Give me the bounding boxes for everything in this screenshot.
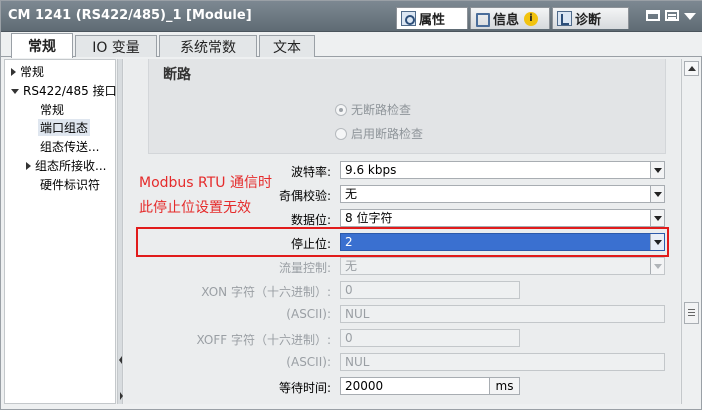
tab-general[interactable]: 常规 bbox=[11, 33, 73, 58]
pane-splitter[interactable] bbox=[117, 59, 123, 404]
dock-menu-icon[interactable] bbox=[665, 10, 679, 21]
window-title: CM 1241 (RS422/485)_1 [Module] bbox=[8, 8, 252, 23]
tab-system-constants[interactable]: 系统常数 bbox=[159, 35, 257, 57]
radio-selected-icon bbox=[335, 103, 347, 116]
navigation-tree: 常规 RS422/485 接口 常规 端口组态 组态传送... 组态所接收...… bbox=[4, 59, 117, 404]
tab-info-label: 信息 bbox=[493, 13, 520, 28]
wait-time-label: 等待时间: bbox=[278, 381, 331, 395]
xoff-hex-input: 0 bbox=[340, 329, 520, 347]
radio-unselected-icon bbox=[335, 127, 347, 140]
info-icon bbox=[475, 11, 490, 27]
properties-icon bbox=[401, 11, 416, 26]
data-bits-select[interactable]: 8 位字符 bbox=[340, 209, 665, 227]
tab-diagnostics-label: 诊断 bbox=[575, 13, 602, 28]
tree-item-general[interactable]: 常规 bbox=[11, 63, 44, 80]
xoff-hex-label: XOFF 字符（十六进制）: bbox=[196, 333, 331, 347]
wait-time-unit: ms bbox=[489, 378, 519, 394]
xon-ascii-label: (ASCII): bbox=[286, 307, 331, 321]
collapse-left-icon[interactable] bbox=[119, 356, 122, 364]
tab-properties[interactable]: 属性 bbox=[396, 7, 468, 29]
info-badge-icon: i bbox=[524, 11, 539, 26]
tree-item-receive-config[interactable]: 组态所接收... bbox=[26, 157, 106, 174]
vertical-scrollbar[interactable] bbox=[681, 59, 700, 404]
radio-no-break-check[interactable]: 无断路检查 bbox=[335, 101, 411, 118]
tree-item-rs422-interface[interactable]: RS422/485 接口 bbox=[11, 82, 117, 99]
tree-item-hardware-id[interactable]: 硬件标识符 bbox=[40, 176, 100, 193]
tab-info[interactable]: 信息 i bbox=[470, 7, 550, 29]
dropdown-arrow-icon bbox=[650, 258, 664, 274]
tab-texts[interactable]: 文本 bbox=[259, 35, 315, 57]
wait-time-input[interactable]: 20000 ms bbox=[340, 377, 520, 395]
section-title: 断路 bbox=[163, 67, 191, 83]
dropdown-arrow-icon[interactable] bbox=[650, 210, 664, 226]
diagnostics-icon bbox=[557, 11, 572, 26]
tree-item-port-config[interactable]: 端口组态 bbox=[38, 119, 91, 136]
xon-hex-label: XON 字符（十六进制）: bbox=[201, 285, 331, 299]
break-section: 断路 无断路检查 启用断路检查 bbox=[148, 59, 666, 154]
dropdown-arrow-icon[interactable] bbox=[650, 186, 664, 202]
flow-control-label: 流量控制: bbox=[278, 261, 331, 275]
flow-control-select: 无 bbox=[340, 257, 665, 275]
xoff-ascii-label: (ASCII): bbox=[286, 355, 331, 369]
scroll-thumb[interactable] bbox=[684, 302, 699, 324]
float-window-icon[interactable] bbox=[646, 10, 660, 21]
collapse-arrow-icon[interactable] bbox=[11, 89, 19, 94]
tab-diagnostics[interactable]: 诊断 bbox=[552, 7, 629, 29]
xon-hex-input: 0 bbox=[340, 281, 520, 299]
annotation-line-2: 此停止位设置无效 bbox=[139, 200, 251, 216]
tree-item-transmit-config[interactable]: 组态传送... bbox=[40, 138, 99, 155]
expand-arrow-icon[interactable] bbox=[26, 162, 31, 170]
inspector-window: CM 1241 (RS422/485)_1 [Module] 属性 信息 i 诊… bbox=[0, 0, 702, 410]
data-bits-label: 数据位: bbox=[290, 213, 331, 227]
chevron-down-icon[interactable] bbox=[684, 13, 696, 20]
expand-right-icon[interactable] bbox=[120, 392, 123, 400]
main-tab-strip: 常规 IO 变量 系统常数 文本 bbox=[1, 32, 702, 58]
radio-enable-break-check[interactable]: 启用断路检查 bbox=[335, 125, 423, 142]
annotation-line-1: Modbus RTU 通信时 bbox=[139, 175, 272, 191]
tree-item-interface-general[interactable]: 常规 bbox=[40, 101, 64, 118]
title-bar: CM 1241 (RS422/485)_1 [Module] 属性 信息 i 诊… bbox=[1, 1, 702, 32]
baud-rate-select[interactable]: 9.6 kbps bbox=[340, 161, 665, 179]
tab-properties-label: 属性 bbox=[419, 13, 446, 28]
annotation-highlight-box bbox=[136, 227, 669, 257]
scroll-up-icon[interactable] bbox=[684, 61, 699, 76]
xon-ascii-input: NUL bbox=[340, 305, 665, 323]
xoff-ascii-input: NUL bbox=[340, 353, 665, 371]
tab-io-tags[interactable]: IO 变量 bbox=[75, 35, 157, 57]
parity-select[interactable]: 无 bbox=[340, 185, 665, 203]
expand-arrow-icon[interactable] bbox=[11, 68, 16, 76]
dropdown-arrow-icon[interactable] bbox=[650, 162, 664, 178]
